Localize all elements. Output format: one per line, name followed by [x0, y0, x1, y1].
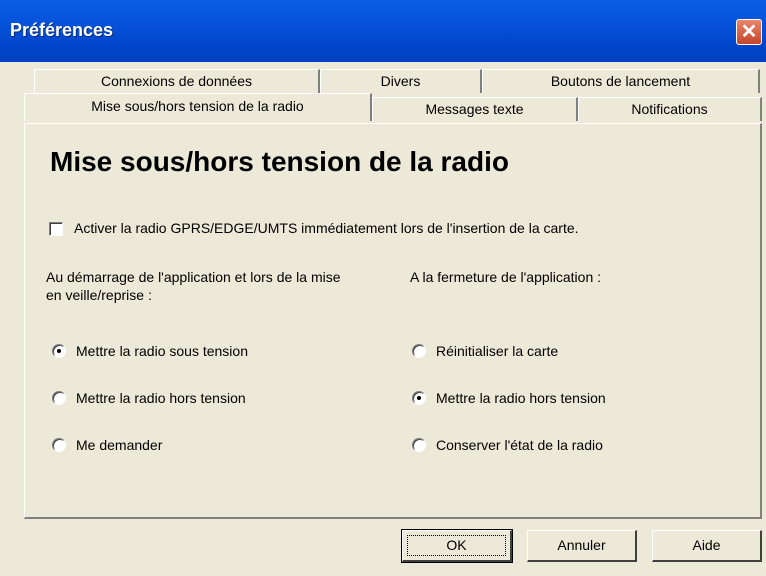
startup-group-label-line1: Au démarrage de l'application et lors de…	[46, 269, 341, 285]
radio-power-on-label: Mettre la radio sous tension	[76, 343, 248, 359]
ok-button[interactable]: OK	[401, 529, 513, 563]
radio-selected-dot	[417, 396, 421, 400]
radio-reset-card[interactable]	[412, 344, 426, 358]
cancel-button-label: Annuler	[557, 537, 606, 553]
tab-panel	[24, 123, 762, 519]
tab-divers[interactable]: Divers	[320, 69, 482, 93]
activate-radio-label: Activer la radio GPRS/EDGE/UMTS immédiat…	[74, 220, 579, 236]
help-button[interactable]: Aide	[652, 530, 762, 562]
tab-notifications[interactable]: Notifications	[578, 97, 762, 121]
close-button[interactable]: ✕	[736, 19, 762, 45]
radio-ask-me[interactable]	[52, 438, 66, 452]
window-title: Préférences	[10, 20, 114, 40]
tab-messages-texte[interactable]: Messages texte	[372, 97, 578, 121]
panel-heading: Mise sous/hors tension de la radio	[50, 146, 509, 177]
radio-power-off-startup-label: Mettre la radio hors tension	[76, 390, 246, 406]
close-group-label: A la fermeture de l'application :	[410, 269, 602, 285]
radio-keep-state[interactable]	[412, 438, 426, 452]
radio-power-off-close[interactable]	[412, 391, 426, 405]
activate-radio-checkbox[interactable]	[49, 222, 63, 236]
focus-rect	[407, 535, 506, 556]
close-icon: ✕	[740, 21, 758, 43]
radio-ask-me-label: Me demander	[76, 437, 163, 453]
radio-power-off-close-label: Mettre la radio hors tension	[436, 390, 606, 406]
tab-connexions-de-donnees[interactable]: Connexions de données	[34, 69, 320, 93]
help-button-label: Aide	[692, 537, 721, 553]
title-bar: Préférences ✕	[0, 0, 766, 62]
radio-power-on[interactable]	[52, 344, 66, 358]
startup-group-label-line2: en veille/reprise :	[46, 287, 152, 303]
radio-keep-state-label: Conserver l'état de la radio	[436, 437, 603, 453]
tab-boutons-de-lancement[interactable]: Boutons de lancement	[482, 69, 760, 93]
radio-selected-dot	[57, 349, 61, 353]
cancel-button[interactable]: Annuler	[527, 530, 637, 562]
radio-reset-card-label: Réinitialiser la carte	[436, 343, 559, 359]
radio-power-off-startup[interactable]	[52, 391, 66, 405]
tab-mise-sous-hors-tension[interactable]: Mise sous/hors tension de la radio	[24, 93, 372, 121]
